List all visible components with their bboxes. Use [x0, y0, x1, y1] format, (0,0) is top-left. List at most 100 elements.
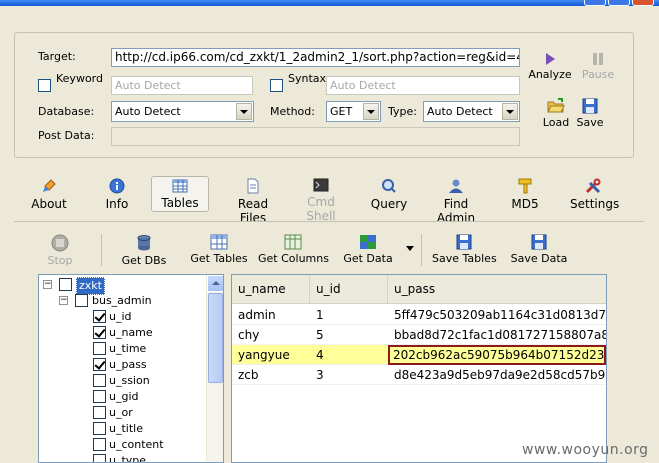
tree-scrollbar[interactable] — [206, 275, 223, 462]
grid-cell-focused[interactable]: 202cb962ac59075b964b07152d23... — [388, 345, 606, 365]
tree-checkbox[interactable] — [93, 422, 106, 435]
tree-checkbox[interactable] — [75, 294, 88, 307]
tab-cmd-shell[interactable]: Cmd Shell — [292, 176, 350, 223]
brush-icon — [43, 179, 56, 192]
database-select[interactable]: Auto Detect — [111, 101, 254, 122]
minimize-button[interactable] — [584, 0, 606, 6]
get-tables-button[interactable]: Get Tables — [188, 234, 250, 268]
scroll-up-icon[interactable] — [207, 275, 223, 292]
database-label: Database: — [38, 105, 95, 118]
tabbar-divider — [14, 221, 644, 222]
pause-button[interactable]: Pause — [578, 52, 618, 81]
syntax-input[interactable]: Auto Detect — [326, 76, 520, 95]
method-select[interactable]: GET — [326, 101, 381, 122]
type-select-value: Auto Detect — [427, 105, 493, 118]
tree-checkbox[interactable] — [93, 390, 106, 403]
get-data-button[interactable]: Get Data — [342, 234, 394, 268]
tree-checkbox[interactable] — [59, 278, 72, 291]
get-tables-label: Get Tables — [190, 252, 248, 265]
database-select-value: Auto Detect — [115, 105, 181, 118]
syntax-label: Syntax — [288, 72, 327, 85]
get-dbs-button[interactable]: Get DBs — [118, 234, 170, 268]
get-data-dropdown[interactable] — [404, 242, 416, 276]
save-data-button[interactable]: Save Data — [510, 234, 568, 268]
type-select[interactable]: Auto Detect — [423, 101, 520, 122]
tab-tables[interactable]: Tables — [151, 176, 209, 212]
grid-cell[interactable]: yangyue — [232, 345, 310, 365]
query-icon — [382, 179, 396, 193]
collapse-icon[interactable]: − — [59, 296, 68, 305]
tab-find-admin[interactable]: Find Admin — [424, 176, 488, 225]
pause-label: Pause — [581, 68, 615, 81]
target-input[interactable]: http://cd.ip66.com/cd_zxkt/1_2admin2_1/s… — [111, 48, 520, 67]
tab-settings[interactable]: Settings — [570, 176, 619, 212]
tree-checkbox[interactable] — [93, 438, 106, 451]
table-row[interactable]: chy 5 bbad8d72c1fac1d081727158807a8... — [232, 325, 606, 345]
grid-cell[interactable]: d8e423a9d5eb97da9e2d58cd57b9... — [388, 365, 606, 385]
tree-node-label: u_content — [109, 438, 164, 451]
tree-node-label: u_or — [109, 406, 133, 419]
tab-md5[interactable]: MD5 — [508, 176, 542, 212]
get-columns-button[interactable]: Get Columns — [258, 234, 329, 268]
grid-cell[interactable]: 5 — [310, 325, 388, 345]
data-grid[interactable]: u_name u_id u_pass admin 1 5ff479c503209… — [231, 274, 607, 463]
grid-cell[interactable]: bbad8d72c1fac1d081727158807a8... — [388, 325, 606, 345]
table-icon — [172, 179, 188, 193]
tab-info[interactable]: Info — [98, 176, 136, 212]
keyword-input[interactable]: Auto Detect — [111, 76, 253, 95]
tab-read-files[interactable]: Read Files — [224, 176, 282, 225]
save-tables-label: Save Tables — [432, 252, 497, 265]
table-row[interactable]: zcb 3 d8e423a9d5eb97da9e2d58cd57b9... — [232, 365, 606, 385]
grid-cell[interactable]: 4 — [310, 345, 388, 365]
get-dbs-label: Get DBs — [121, 254, 167, 267]
stop-button[interactable]: Stop — [44, 234, 76, 268]
chevron-down-icon[interactable] — [236, 103, 252, 120]
schema-tree[interactable]: − zxkt − bus_admin u_id u_name u_time u_pas… — [38, 274, 224, 463]
floppy-disk-icon — [456, 234, 472, 250]
grid-cell[interactable]: 5ff479c503209ab1164c31d0813d7... — [388, 305, 606, 325]
tree-checkbox[interactable] — [93, 374, 106, 387]
table-row[interactable]: admin 1 5ff479c503209ab1164c31d0813d7... — [232, 305, 606, 325]
column-header[interactable]: u_name — [232, 275, 310, 304]
tree-checkbox[interactable] — [93, 310, 106, 323]
grid-cell[interactable]: 3 — [310, 365, 388, 385]
scroll-thumb[interactable] — [208, 293, 223, 383]
type-label: Type: — [388, 105, 417, 118]
info-icon — [109, 178, 125, 194]
load-label: Load — [542, 116, 570, 129]
save-button[interactable]: Save — [576, 98, 604, 129]
tab-label: Info — [105, 197, 129, 211]
tab-label: Query — [370, 197, 408, 211]
method-select-value: GET — [330, 105, 353, 118]
load-button[interactable]: Load — [540, 98, 572, 129]
database-icon — [137, 235, 151, 251]
grid-cell[interactable]: chy — [232, 325, 310, 345]
watermark: www.wooyun.org — [522, 442, 649, 458]
grid-cell[interactable]: admin — [232, 305, 310, 325]
column-header[interactable]: u_pass — [388, 275, 606, 304]
tab-label: Cmd Shell — [306, 195, 336, 223]
analyze-button[interactable]: Analyze — [528, 52, 572, 81]
save-tables-button[interactable]: Save Tables — [432, 234, 497, 268]
chevron-down-icon[interactable] — [363, 103, 379, 120]
tree-checkbox[interactable] — [93, 342, 106, 355]
table-row-selected[interactable]: yangyue 4 202cb962ac59075b964b07152d23..… — [232, 345, 606, 365]
tree-checkbox[interactable] — [93, 326, 106, 339]
tab-about[interactable]: About — [26, 176, 72, 212]
maximize-button[interactable] — [608, 0, 630, 6]
tab-query[interactable]: Query — [370, 176, 408, 212]
tree-checkbox[interactable] — [93, 358, 106, 371]
tree-node-label: u_time — [109, 342, 147, 355]
tree-checkbox[interactable] — [93, 406, 106, 419]
stop-label: Stop — [47, 254, 73, 267]
collapse-icon[interactable]: − — [43, 280, 52, 289]
keyword-checkbox[interactable] — [38, 79, 51, 92]
grid-cell[interactable]: 1 — [310, 305, 388, 325]
close-button[interactable] — [632, 0, 654, 6]
tree-checkbox[interactable] — [93, 454, 106, 462]
grid-cell[interactable]: zcb — [232, 365, 310, 385]
postdata-input[interactable] — [111, 127, 520, 146]
syntax-checkbox[interactable] — [270, 79, 283, 92]
chevron-down-icon[interactable] — [502, 103, 518, 120]
column-header[interactable]: u_id — [310, 275, 388, 304]
